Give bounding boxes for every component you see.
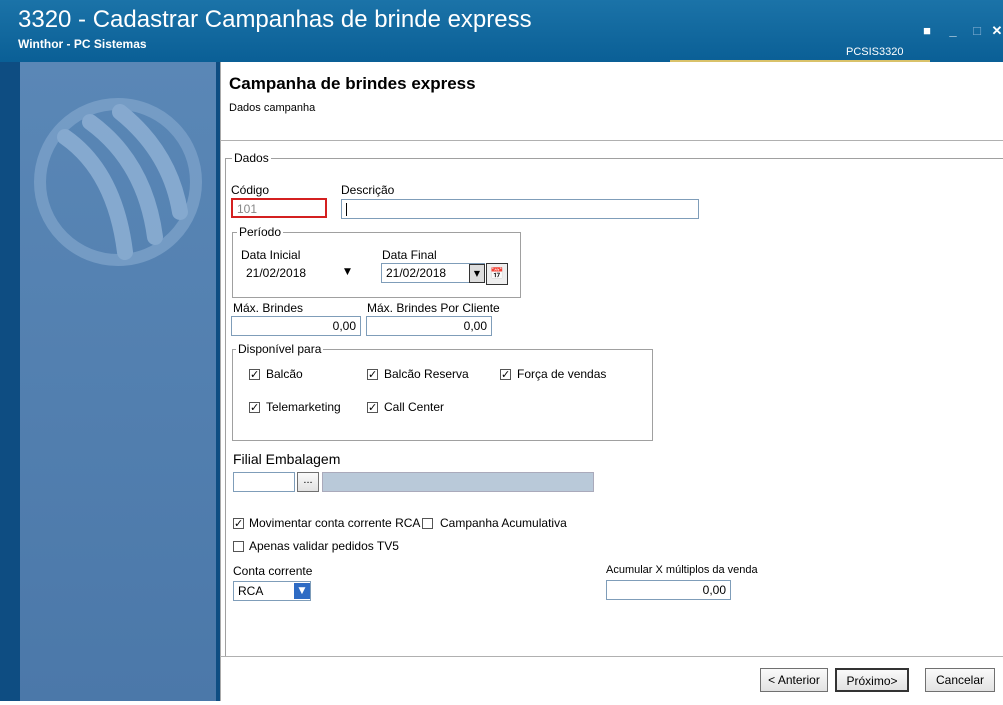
validar-tv5-label: Apenas validar pedidos TV5 (249, 539, 399, 553)
max-brindes-input[interactable]: 0,00 (231, 316, 361, 336)
telemarketing-checkbox[interactable]: ✓ (249, 402, 260, 413)
forca-vendas-label: Força de vendas (517, 367, 607, 381)
header-divider (220, 140, 1003, 141)
restore-icon[interactable]: ■ (920, 24, 934, 38)
routine-code: PCSIS3320 (846, 46, 904, 58)
balcao-checkbox[interactable]: ✓ (249, 369, 260, 380)
filial-name-field (322, 472, 594, 492)
codigo-input[interactable]: 101 (231, 198, 327, 218)
window-subtitle: Winthor - PC Sistemas (18, 37, 147, 51)
periodo-legend: Período (237, 225, 284, 239)
max-brindes-label: Máx. Brindes (233, 301, 304, 315)
call-center-label: Call Center (384, 400, 445, 414)
descricao-label: Descrição (341, 183, 395, 197)
filial-embalagem-label: Filial Embalagem (233, 451, 341, 467)
cancelar-button[interactable]: Cancelar (925, 668, 995, 692)
close-icon[interactable]: ✕ (990, 24, 1003, 38)
side-panel-inner (20, 62, 216, 701)
dados-legend: Dados (232, 151, 271, 165)
filial-code-input[interactable] (233, 472, 295, 492)
forca-vendas-checkbox[interactable]: ✓ (500, 369, 511, 380)
disponivel-legend: Disponível para (236, 342, 324, 356)
acumular-input[interactable]: 0,00 (606, 580, 731, 600)
anterior-button[interactable]: < Anterior (760, 668, 828, 692)
conta-corrente-label: Conta corrente (233, 564, 313, 578)
minimize-icon[interactable]: _ (946, 24, 960, 38)
descricao-input[interactable] (341, 199, 699, 219)
max-brindes-cliente-input[interactable]: 0,00 (366, 316, 492, 336)
data-inicial-label: Data Inicial (241, 248, 301, 262)
calendar-icon[interactable]: 📅 (486, 263, 508, 285)
window-title: 3320 - Cadastrar Campanhas de brinde exp… (18, 6, 532, 33)
filial-lookup-button[interactable]: ... (297, 472, 319, 492)
telemarketing-label: Telemarketing (266, 400, 341, 414)
winthor-logo-icon (34, 98, 202, 266)
proximo-button[interactable]: Próximo> (835, 668, 909, 692)
max-brindes-cliente-label: Máx. Brindes Por Cliente (367, 301, 500, 315)
conta-corrente-dropdown-icon[interactable]: ▼ (294, 583, 310, 599)
data-inicial-dropdown-icon[interactable]: ▼ (344, 267, 351, 277)
text-cursor (346, 203, 347, 217)
acumular-label: Acumular X múltiplos da venda (606, 564, 758, 576)
maximize-icon[interactable]: □ (970, 24, 984, 38)
conta-corrente-value: RCA (238, 584, 264, 598)
call-center-checkbox[interactable]: ✓ (367, 402, 378, 413)
acumulativa-label: Campanha Acumulativa (440, 516, 567, 530)
movimentar-checkbox[interactable]: ✓ (233, 518, 244, 529)
page-title: Campanha de brindes express (229, 74, 476, 93)
page-subtitle: Dados campanha (229, 102, 316, 114)
title-bar: 3320 - Cadastrar Campanhas de brinde exp… (0, 0, 1003, 62)
balcao-reserva-label: Balcão Reserva (384, 367, 469, 381)
data-inicial-value: 21/02/2018 (246, 266, 307, 280)
data-inicial-select[interactable]: 21/02/2018 (241, 263, 361, 283)
balcao-label: Balcão (266, 367, 303, 381)
disponivel-group (232, 349, 653, 441)
validar-tv5-checkbox[interactable] (233, 541, 244, 552)
codigo-label: Código (231, 183, 270, 197)
footer-divider (220, 656, 1003, 657)
balcao-reserva-checkbox[interactable]: ✓ (367, 369, 378, 380)
movimentar-label: Movimentar conta corrente RCA (249, 516, 421, 530)
acumulativa-checkbox[interactable] (422, 518, 433, 529)
data-final-label: Data Final (382, 248, 437, 262)
data-final-dropdown-icon[interactable]: ▼ (469, 264, 485, 283)
